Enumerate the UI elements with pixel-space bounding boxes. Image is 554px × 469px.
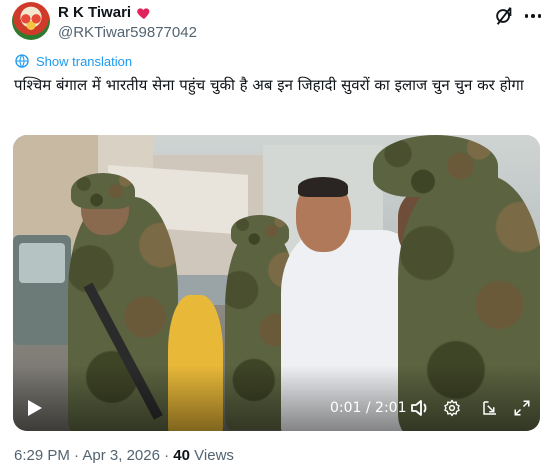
flowers-avatar-icon (18, 10, 44, 32)
views-count: 40 (173, 447, 190, 464)
play-icon[interactable] (27, 399, 43, 417)
tweet-text: पश्चिम बंगाल में भारतीय सेना पहुंच चुकी … (14, 76, 524, 94)
views-label: Views (194, 447, 234, 464)
author-handle[interactable]: @RKTiwar59877042 (58, 24, 197, 41)
volume-icon[interactable] (410, 399, 430, 417)
tweet-date[interactable]: Apr 3, 2026 (82, 447, 160, 464)
show-translation-link[interactable]: Show translation (14, 53, 132, 69)
fullscreen-icon[interactable] (513, 399, 531, 417)
video-player[interactable]: 0:01 / 2:01 (13, 135, 540, 431)
show-translation-label: Show translation (36, 53, 133, 69)
globe-icon (15, 54, 29, 68)
meta-separator: · (74, 447, 80, 464)
author-name-row: R K Tiwari (58, 4, 152, 21)
picture-in-picture-icon[interactable] (481, 399, 499, 417)
tweet-meta: 6:29 PM · Apr 3, 2026 · 40 Views (14, 447, 234, 464)
avatar[interactable] (12, 2, 50, 40)
meta-separator-2: · (164, 447, 170, 464)
settings-gear-icon[interactable] (443, 399, 461, 417)
more-dots-icon[interactable] (522, 5, 544, 27)
tweet-time[interactable]: 6:29 PM (14, 447, 70, 464)
red-heart-icon (137, 7, 150, 19)
grok-icon[interactable] (493, 5, 515, 27)
tweet-card: R K Tiwari @RKTiwar59877042 Show transla… (0, 0, 554, 469)
video-timecode: 0:01 / 2:01 (330, 400, 407, 416)
author-display-name[interactable]: R K Tiwari (58, 4, 131, 21)
video-frame (13, 135, 540, 431)
